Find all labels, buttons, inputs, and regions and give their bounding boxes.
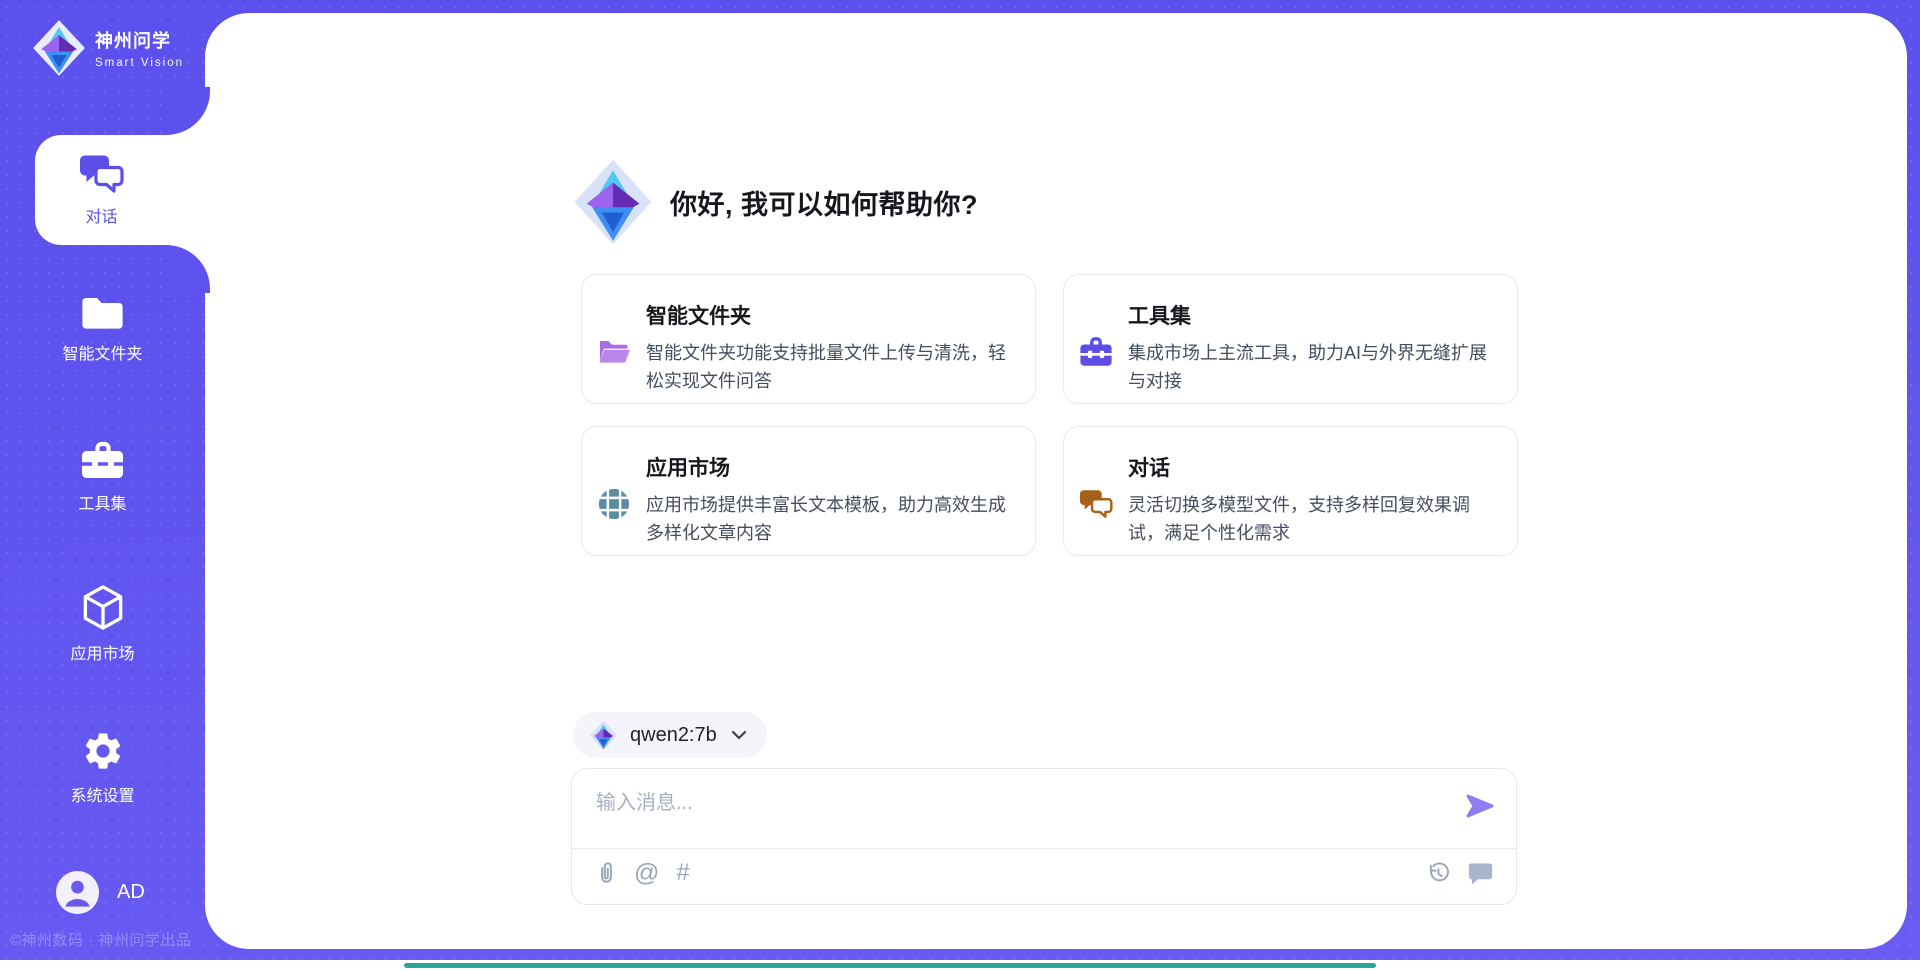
history-button[interactable]	[1427, 862, 1450, 885]
sidebar-item-settings[interactable]: 系统设置	[0, 729, 205, 806]
send-button[interactable]	[1465, 793, 1495, 821]
hashtag-button[interactable]: #	[676, 861, 689, 885]
brand-logo: 神州问学 Smart Vision	[32, 19, 184, 77]
folder-icon	[81, 295, 124, 331]
card-description: 应用市场提供丰富长文本模板，助力高效生成多样化文章内容	[646, 491, 1011, 547]
open-folder-icon	[597, 301, 631, 403]
composer-divider	[572, 848, 1516, 849]
card-description: 集成市场上主流工具，助力AI与外界无缝扩展与对接	[1128, 339, 1493, 395]
chat-bubble-icon	[1468, 862, 1493, 885]
chat-log-button[interactable]	[1468, 862, 1493, 885]
chat-bubble-icon	[1079, 453, 1113, 555]
user-profile[interactable]: AD	[56, 871, 145, 914]
card-title: 智能文件夹	[646, 300, 1011, 330]
sidebar-item-label: 应用市场	[70, 640, 134, 664]
card-toolset[interactable]: 工具集 集成市场上主流工具，助力AI与外界无缝扩展与对接	[1063, 274, 1518, 404]
briefcase-icon	[1079, 301, 1113, 403]
chat-icon	[79, 153, 125, 195]
model-selector[interactable]: qwen2:7b	[573, 712, 767, 758]
greeting: 你好, 我可以如何帮助你?	[573, 158, 978, 246]
pill-curve-bottom	[166, 245, 210, 293]
assistant-diamond-icon	[573, 158, 653, 246]
paperclip-icon	[596, 859, 617, 887]
card-title: 应用市场	[646, 452, 1011, 482]
card-description: 灵活切换多模型文件，支持多样回复效果调试，满足个性化需求	[1128, 491, 1493, 547]
sidebar-item-label: 智能文件夹	[62, 340, 142, 364]
sidebar-item-label: 工具集	[78, 490, 126, 514]
grid-globe-icon	[597, 453, 631, 555]
cube-icon	[81, 584, 125, 631]
message-composer: @ #	[571, 768, 1517, 905]
card-title: 工具集	[1128, 300, 1493, 330]
card-title: 对话	[1128, 452, 1493, 482]
model-name: qwen2:7b	[630, 724, 717, 747]
composer-tools-left: @ #	[596, 859, 690, 887]
briefcase-icon	[80, 441, 125, 481]
user-avatar-icon	[56, 871, 99, 914]
card-app-market[interactable]: 应用市场 应用市场提供丰富长文本模板，助力高效生成多样化文章内容	[581, 426, 1036, 556]
message-input[interactable]	[596, 786, 1436, 838]
history-icon	[1427, 862, 1450, 885]
sidebar-item-label: 对话	[85, 203, 117, 227]
card-smart-folder[interactable]: 智能文件夹 智能文件夹功能支持批量文件上传与清洗，轻松实现文件问答	[581, 274, 1036, 404]
brand-subtitle: Smart Vision	[95, 57, 184, 69]
brand-diamond-icon	[32, 19, 86, 77]
composer-tools-right	[1427, 862, 1493, 885]
pill-curve-top	[166, 87, 210, 135]
card-description: 智能文件夹功能支持批量文件上传与清洗，轻松实现文件问答	[646, 339, 1011, 395]
attach-file-button[interactable]	[596, 859, 617, 887]
sidebar: 神州问学 Smart Vision 对话 智能文件夹 工具集	[0, 0, 205, 970]
sidebar-item-smart-folder[interactable]: 智能文件夹	[0, 295, 205, 364]
chevron-down-icon	[731, 730, 747, 740]
mention-button[interactable]: @	[634, 861, 659, 886]
sidebar-item-chat[interactable]: 对话	[35, 135, 210, 245]
feature-cards: 智能文件夹 智能文件夹功能支持批量文件上传与清洗，轻松实现文件问答 工具集 集成…	[581, 274, 1518, 556]
copyright-footer: ©神州数码 · 神州问学出品	[10, 929, 210, 950]
brand-name: 神州问学	[95, 27, 184, 53]
send-icon	[1465, 793, 1495, 819]
sidebar-item-app-market[interactable]: 应用市场	[0, 584, 205, 664]
gear-icon	[81, 729, 125, 773]
sidebar-item-label: 系统设置	[70, 782, 134, 806]
user-name: AD	[117, 881, 145, 904]
greeting-title: 你好, 我可以如何帮助你?	[670, 183, 978, 222]
teal-bottom-bar	[404, 963, 1376, 968]
sidebar-item-toolset[interactable]: 工具集	[0, 441, 205, 514]
card-chat[interactable]: 对话 灵活切换多模型文件，支持多样回复效果调试，满足个性化需求	[1063, 426, 1518, 556]
model-diamond-icon	[589, 720, 618, 751]
